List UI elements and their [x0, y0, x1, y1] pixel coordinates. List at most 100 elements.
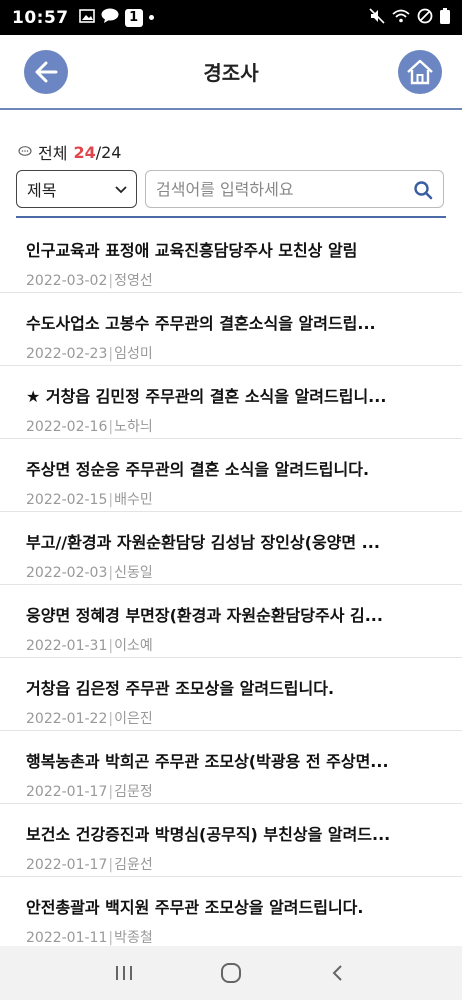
list-item[interactable]: 안전총괄과 백지원 주무관 조모상을 알려드립니다. 2022-01-11|박종철: [0, 877, 462, 950]
notification-badge: 1: [124, 8, 143, 27]
post-title: 인구교육과 표정애 교육진흥담당주사 모친상 알림: [26, 241, 358, 260]
chevron-left-icon: [332, 965, 343, 981]
post-title: 행복농촌과 박희곤 주무관 조모상(박광용 전 주상면...: [26, 752, 389, 771]
system-nav-bar: [0, 946, 462, 1000]
list-item[interactable]: 보건소 건강증진과 박명심(공무직) 부친상을 알려드... 2022-01-17…: [0, 804, 462, 877]
post-title: 웅양면 정혜경 부면장(환경과 자원순환담당주사 김...: [26, 606, 383, 625]
recent-apps-button[interactable]: [104, 953, 144, 993]
search-input[interactable]: [156, 179, 406, 199]
list-item[interactable]: 웅양면 정혜경 부면장(환경과 자원순환담당주사 김... 2022-01-31|…: [0, 585, 462, 658]
meta-separator: |: [108, 419, 114, 435]
post-date: 2022-01-17: [26, 857, 108, 873]
search-box: [145, 170, 444, 208]
meta-separator: |: [108, 784, 114, 800]
post-meta: 2022-03-02|정영선: [26, 270, 153, 290]
post-date: 2022-01-17: [26, 784, 108, 800]
list-item[interactable]: 부고//환경과 자원순환담당 김성남 장인상(웅양면 ... 2022-02-03…: [0, 512, 462, 585]
count-label: 전체: [38, 144, 68, 163]
post-title: 수도사업소 고봉수 주무관의 결혼소식을 알려드립...: [26, 314, 376, 333]
back-button[interactable]: [24, 50, 68, 94]
list-item[interactable]: 인구교육과 표정애 교육진흥담당주사 모친상 알림 2022-03-02|정영선: [0, 220, 462, 293]
talk-icon: [101, 8, 119, 27]
battery-icon: [440, 7, 450, 28]
home-icon: [407, 59, 433, 85]
post-title: 주상면 정순응 주무관의 결혼 소식을 알려드립니다.: [26, 460, 370, 479]
meta-separator: |: [108, 492, 114, 508]
post-author: 노하늬: [114, 419, 153, 435]
post-title: 부고//환경과 자원순환담당 김성남 장인상(웅양면 ...: [26, 533, 380, 552]
mute-icon: [369, 7, 385, 28]
post-meta: 2022-01-17|김윤선: [26, 854, 153, 874]
post-title: 거창읍 김은정 주무관 조모상을 알려드립니다.: [26, 679, 335, 698]
meta-separator: |: [108, 930, 114, 946]
search-bar: 제목: [16, 170, 444, 210]
meta-separator: |: [108, 711, 114, 727]
post-meta: 2022-01-17|김문정: [26, 781, 153, 801]
gallery-icon: [78, 8, 95, 27]
list-item[interactable]: 거창읍 김은정 주무관 조모상을 알려드립니다. 2022-01-22|이은진: [0, 658, 462, 731]
list-item[interactable]: 수도사업소 고봉수 주무관의 결혼소식을 알려드립... 2022-02-23|임…: [0, 293, 462, 366]
post-meta: 2022-02-16|노하늬: [26, 416, 153, 436]
chevron-down-icon: [115, 186, 127, 194]
post-meta: 2022-02-15|배수민: [26, 489, 153, 509]
post-date: 2022-01-22: [26, 711, 108, 727]
post-title: 안전총괄과 백지원 주무관 조모상을 알려드립니다.: [26, 898, 364, 917]
post-meta: 2022-02-23|임성미: [26, 343, 153, 363]
post-author: 김윤선: [114, 857, 153, 873]
post-author: 정영선: [114, 273, 153, 289]
post-date: 2022-02-15: [26, 492, 108, 508]
post-title: ★ 거창읍 김민정 주무관의 결혼 소식을 알려드립니...: [26, 387, 387, 406]
status-left-icons: 1: [78, 8, 154, 27]
post-meta: 2022-01-31|이소예: [26, 635, 153, 655]
meta-separator: |: [108, 857, 114, 873]
post-date: 2022-01-31: [26, 638, 108, 654]
back-nav-button[interactable]: [318, 953, 358, 993]
post-list: 인구교육과 표정애 교육진흥담당주사 모친상 알림 2022-03-02|정영선 수…: [0, 220, 462, 950]
search-field-select[interactable]: 제목: [16, 170, 137, 208]
post-date: 2022-01-11: [26, 930, 108, 946]
search-icon: [414, 181, 433, 200]
status-time: 10:57: [12, 7, 69, 28]
wifi-icon: [392, 8, 410, 27]
meta-separator: |: [108, 638, 114, 654]
meta-separator: |: [108, 346, 114, 362]
post-meta: 2022-01-22|이은진: [26, 708, 153, 728]
home-nav-button[interactable]: [211, 953, 251, 993]
post-author: 박종철: [114, 930, 153, 946]
post-count: 전체 24/24: [18, 140, 121, 164]
more-dot-icon: [148, 15, 154, 20]
list-top-divider: [16, 216, 446, 218]
recent-apps-icon: [115, 966, 132, 980]
post-author: 이소예: [114, 638, 153, 654]
status-bar: 10:57 1: [0, 0, 462, 35]
list-item[interactable]: 주상면 정순응 주무관의 결혼 소식을 알려드립니다. 2022-02-15|배수…: [0, 439, 462, 512]
post-author: 이은진: [114, 711, 153, 727]
arrow-left-icon: [35, 61, 58, 83]
post-meta: 2022-02-03|신동일: [26, 562, 153, 582]
status-right-icons: [369, 7, 450, 28]
home-button[interactable]: [398, 50, 442, 94]
post-date: 2022-03-02: [26, 273, 108, 289]
meta-separator: |: [108, 273, 114, 289]
post-date: 2022-02-16: [26, 419, 108, 435]
post-date: 2022-02-23: [26, 346, 108, 362]
list-item[interactable]: 행복농촌과 박희곤 주무관 조모상(박광용 전 주상면... 2022-01-17…: [0, 731, 462, 804]
post-author: 배수민: [114, 492, 153, 508]
list-item[interactable]: ★ 거창읍 김민정 주무관의 결혼 소식을 알려드립니... 2022-02-16…: [0, 366, 462, 439]
home-circle-icon: [220, 963, 241, 983]
search-button[interactable]: [413, 180, 433, 204]
chat-bubble-icon: [18, 146, 32, 156]
count-value: 24/24: [73, 143, 121, 162]
count-total: /24: [95, 142, 122, 162]
post-author: 김문정: [114, 784, 153, 800]
app-header: 경조사: [0, 35, 462, 110]
count-current: 24: [73, 142, 96, 162]
post-date: 2022-02-03: [26, 565, 108, 581]
meta-separator: |: [108, 565, 114, 581]
search-field-value: 제목: [27, 181, 57, 200]
post-meta: 2022-01-11|박종철: [26, 927, 153, 947]
dnd-icon: [417, 8, 433, 28]
post-title: 보건소 건강증진과 박명심(공무직) 부친상을 알려드...: [26, 825, 391, 844]
post-author: 신동일: [114, 565, 153, 581]
post-author: 임성미: [114, 346, 153, 362]
